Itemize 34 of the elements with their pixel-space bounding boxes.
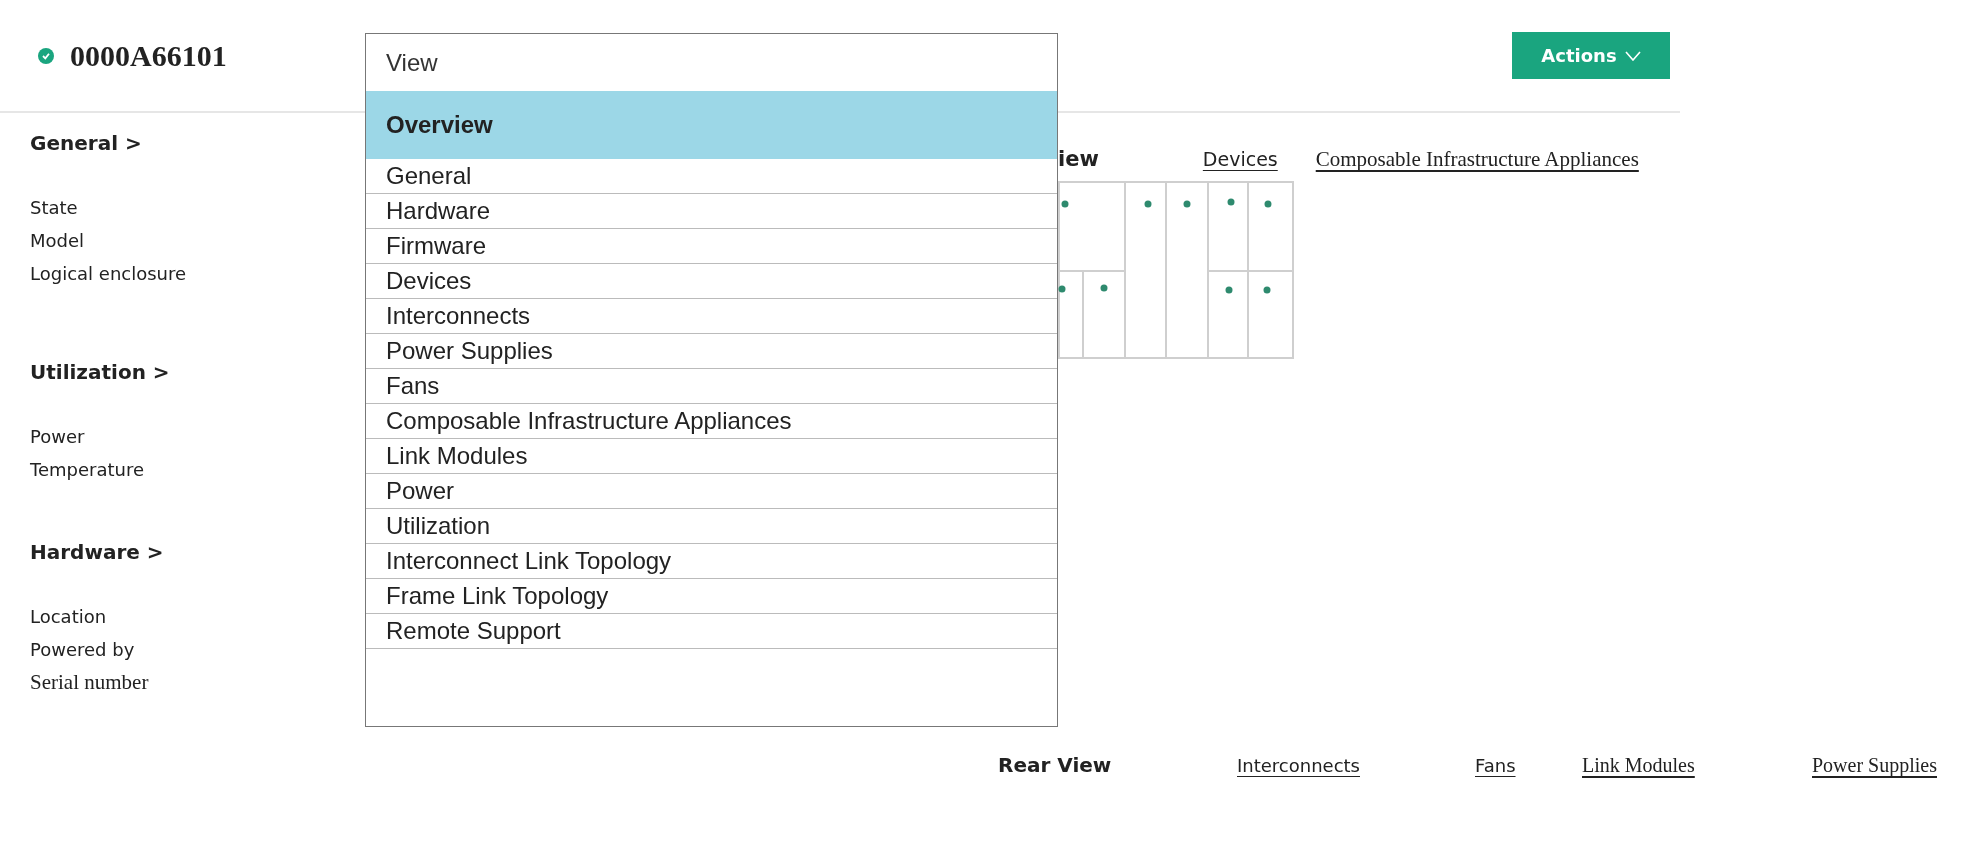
menu-item[interactable]: Power Supplies <box>366 334 1057 369</box>
field-label: Serial number <box>30 669 149 696</box>
field-label: Location <box>30 605 107 629</box>
menu-item[interactable]: Devices <box>366 264 1057 299</box>
menu-item[interactable]: Composable Infrastructure Appliances <box>366 404 1057 439</box>
menu-item[interactable]: Interconnects <box>366 299 1057 334</box>
menu-item[interactable]: Power <box>366 474 1057 509</box>
menu-item[interactable]: Frame Link Topology <box>366 579 1057 614</box>
view-link[interactable]: Composable Infrastructure Appliances <box>1315 145 1639 173</box>
chevron-down-icon <box>1624 50 1641 61</box>
section-heading: Rear View <box>998 752 1113 779</box>
field-label: State <box>30 196 78 220</box>
menu-item[interactable]: Hardware <box>366 194 1057 229</box>
menu-item[interactable]: Interconnect Link Topology <box>366 544 1057 579</box>
view-link[interactable]: Devices <box>1202 145 1278 173</box>
menu-item[interactable]: Firmware <box>366 229 1057 264</box>
enclosure-title: 0000A66101 <box>70 38 227 74</box>
field-label: Temperature <box>30 458 145 482</box>
menu-item[interactable]: Overview <box>366 91 1057 159</box>
section-heading: iew <box>1058 146 1099 173</box>
field-label: Powered by <box>30 638 135 662</box>
view-link[interactable]: Interconnects <box>1237 754 1360 776</box>
field-label: Power <box>30 425 85 449</box>
menu-item[interactable]: General <box>366 159 1057 194</box>
dropdown-label[interactable]: View <box>366 34 1057 91</box>
view-link[interactable]: Fans <box>1475 754 1516 776</box>
field-label: Logical enclosure <box>30 262 187 286</box>
menu-item[interactable]: Utilization <box>366 509 1057 544</box>
field-label: Model <box>30 229 85 253</box>
menu-item[interactable]: Fans <box>366 369 1057 404</box>
view-link[interactable]: Power Supplies <box>1812 754 1937 776</box>
menu-item[interactable]: Link Modules <box>366 439 1057 474</box>
menu-item[interactable]: Remote Support <box>366 614 1057 649</box>
view-link[interactable]: Link Modules <box>1582 754 1695 776</box>
